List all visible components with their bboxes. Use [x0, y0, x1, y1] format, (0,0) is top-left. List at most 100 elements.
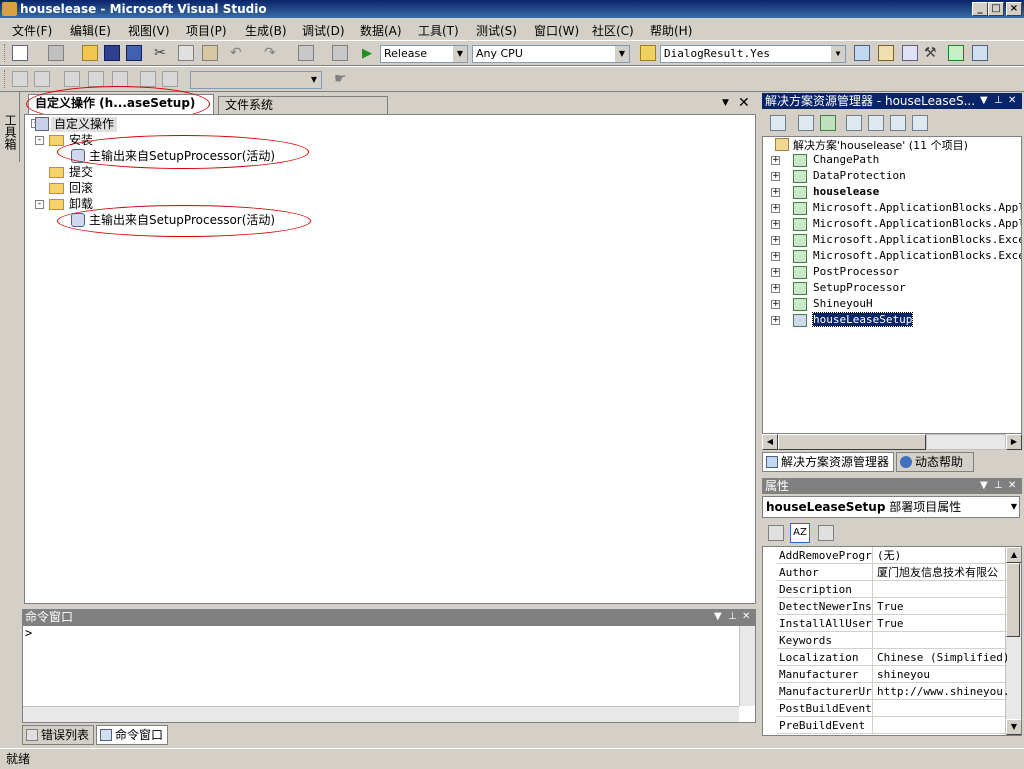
property-row[interactable]: ManufacturerUrlhttp://www.shineyou.cr	[777, 683, 1007, 700]
list-icon[interactable]	[140, 71, 156, 87]
menu-community[interactable]: 社区(C)	[592, 22, 634, 39]
tab-file-system[interactable]: 文件系统 (houseLeaseSetup)	[218, 96, 388, 128]
outdent-icon[interactable]	[12, 71, 28, 87]
object-browser-icon[interactable]	[902, 45, 918, 61]
property-pages-icon[interactable]	[818, 525, 834, 541]
command-window[interactable]: >	[22, 625, 756, 723]
expand-icon[interactable]: +	[771, 236, 780, 245]
properties-grid[interactable]: ▲ ▼ AddRemoveProgran(无)Author厦门旭友信息技术有限公…	[762, 546, 1022, 736]
comment-icon[interactable]	[64, 71, 80, 87]
property-row[interactable]: Manufacturer shineyou	[777, 666, 1007, 683]
scroll-left-icon[interactable]: ◀	[762, 434, 778, 450]
scroll-track[interactable]	[926, 434, 1006, 450]
tree-node-rollback[interactable]: 回滚	[69, 181, 93, 196]
solution-project-item[interactable]: houselease	[813, 185, 879, 198]
pin-icon[interactable]: ⊥	[994, 478, 1003, 494]
property-row[interactable]: DetectNewerInst:True	[777, 598, 1007, 615]
copy-icon[interactable]	[178, 45, 194, 61]
alphabetical-icon[interactable]: AZ	[790, 523, 810, 543]
toolbar-grip[interactable]	[4, 70, 7, 88]
new-project-icon[interactable]	[12, 45, 28, 61]
pane-menu-icon[interactable]: ▼	[980, 93, 988, 109]
menu-file[interactable]: 文件(F)	[12, 22, 52, 39]
show-all-files-icon[interactable]	[798, 115, 814, 131]
pin-icon[interactable]: ⊥	[994, 93, 1003, 109]
indent-icon[interactable]	[34, 71, 50, 87]
menu-data[interactable]: 数据(A)	[360, 22, 402, 39]
start-debug-icon[interactable]: ▶	[362, 46, 378, 62]
collapse-icon[interactable]: -	[35, 200, 44, 209]
property-value[interactable]: http://www.shineyou.cr	[877, 683, 1007, 700]
bookmark-icon[interactable]	[112, 71, 128, 87]
solution-project-item[interactable]: ChangePath	[813, 153, 879, 166]
collapse-icon[interactable]: -	[35, 136, 44, 145]
format-icon[interactable]	[162, 71, 178, 87]
property-row[interactable]: PreBuildEvent	[777, 717, 1007, 734]
property-value[interactable]: True	[877, 598, 1007, 615]
tab-dynamic-help[interactable]: 动态帮助	[896, 452, 974, 472]
solution-hscroll[interactable]: ◀ ▶	[762, 434, 1022, 450]
file-system-editor-icon[interactable]	[846, 115, 862, 131]
solution-project-item[interactable]: ShineyouH	[813, 297, 873, 310]
solution-project-item[interactable]: Microsoft.ApplicationBlocks.Excepti	[813, 249, 1021, 262]
editor-combo[interactable]: ▼	[190, 71, 322, 89]
menu-debug[interactable]: 调试(D)	[302, 22, 345, 39]
property-value[interactable]: 厦门旭友信息技术有限公	[877, 564, 1007, 581]
tab-list-dropdown-icon[interactable]: ▼	[722, 98, 729, 108]
tree-node-commit[interactable]: 提交	[69, 165, 93, 180]
vertical-scrollbar[interactable]: ▲ ▼	[1005, 547, 1021, 735]
expand-icon[interactable]: +	[771, 220, 780, 229]
property-value[interactable]: True	[877, 615, 1007, 632]
pointer-icon[interactable]: ☛	[334, 71, 350, 87]
toolbox-icon[interactable]: ⚒	[924, 45, 940, 61]
save-all-icon[interactable]	[126, 45, 142, 61]
solution-configuration-select[interactable]: Release ▼	[380, 45, 468, 63]
tab-command-window[interactable]: 命令窗口	[96, 725, 168, 745]
expand-icon[interactable]: +	[771, 156, 780, 165]
property-row[interactable]: PostBuildEvent	[777, 700, 1007, 717]
close-document-icon[interactable]: ✕	[738, 95, 750, 111]
property-value[interactable]: shineyou	[877, 666, 1007, 683]
expand-icon[interactable]: +	[771, 300, 780, 309]
menu-test[interactable]: 测试(S)	[476, 22, 517, 39]
command-window-icon[interactable]	[972, 45, 988, 61]
tab-solution-explorer[interactable]: 解决方案资源管理器	[762, 452, 894, 472]
redo-icon[interactable]: ↷	[264, 45, 280, 61]
properties-object-select[interactable]: houseLeaseSetup 部署项目属性 ▼	[762, 496, 1020, 518]
solution-project-item[interactable]: Microsoft.ApplicationBlocks.Applica	[813, 217, 1021, 230]
pane-menu-icon[interactable]: ▼	[980, 478, 988, 494]
property-row[interactable]: InstallAllUsers True	[777, 615, 1007, 632]
scroll-down-icon[interactable]: ▼	[1006, 719, 1021, 735]
scroll-thumb[interactable]	[1006, 563, 1020, 637]
start-page-icon[interactable]	[948, 45, 964, 61]
property-value[interactable]	[877, 632, 1007, 649]
expand-icon[interactable]: +	[771, 172, 780, 181]
expand-icon[interactable]: +	[771, 316, 780, 325]
add-item-icon[interactable]	[48, 45, 64, 61]
scroll-up-icon[interactable]: ▲	[1006, 547, 1021, 563]
uncomment-icon[interactable]	[88, 71, 104, 87]
maximize-button[interactable]: □	[988, 2, 1004, 16]
menu-project[interactable]: 项目(P)	[186, 22, 227, 39]
properties-icon[interactable]	[770, 115, 786, 131]
property-row[interactable]: Localization Chinese (Simplified)	[777, 649, 1007, 666]
scroll-thumb[interactable]	[778, 434, 926, 450]
property-row[interactable]: Author 厦门旭友信息技术有限公	[777, 564, 1007, 581]
find-in-files-icon[interactable]	[640, 45, 656, 61]
solution-project-item[interactable]: SetupProcessor	[813, 281, 906, 294]
solution-explorer-icon[interactable]	[854, 45, 870, 61]
property-value[interactable]: Chinese (Simplified)	[877, 649, 1007, 666]
close-pane-icon[interactable]: ✕	[1008, 93, 1016, 109]
property-value[interactable]	[877, 581, 1007, 598]
menu-edit[interactable]: 编辑(E)	[70, 22, 111, 39]
solution-platform-select[interactable]: Any CPU ▼	[472, 45, 630, 63]
expand-icon[interactable]: +	[771, 252, 780, 261]
close-button[interactable]: ×	[1006, 2, 1022, 16]
pin-icon[interactable]: ⊥	[728, 609, 737, 625]
expand-icon[interactable]: +	[771, 204, 780, 213]
menu-window[interactable]: 窗口(W)	[534, 22, 579, 39]
properties-window-icon[interactable]	[878, 45, 894, 61]
menu-build[interactable]: 生成(B)	[245, 22, 287, 39]
solution-project-item[interactable]: DataProtection	[813, 169, 906, 182]
categorized-icon[interactable]	[768, 525, 784, 541]
